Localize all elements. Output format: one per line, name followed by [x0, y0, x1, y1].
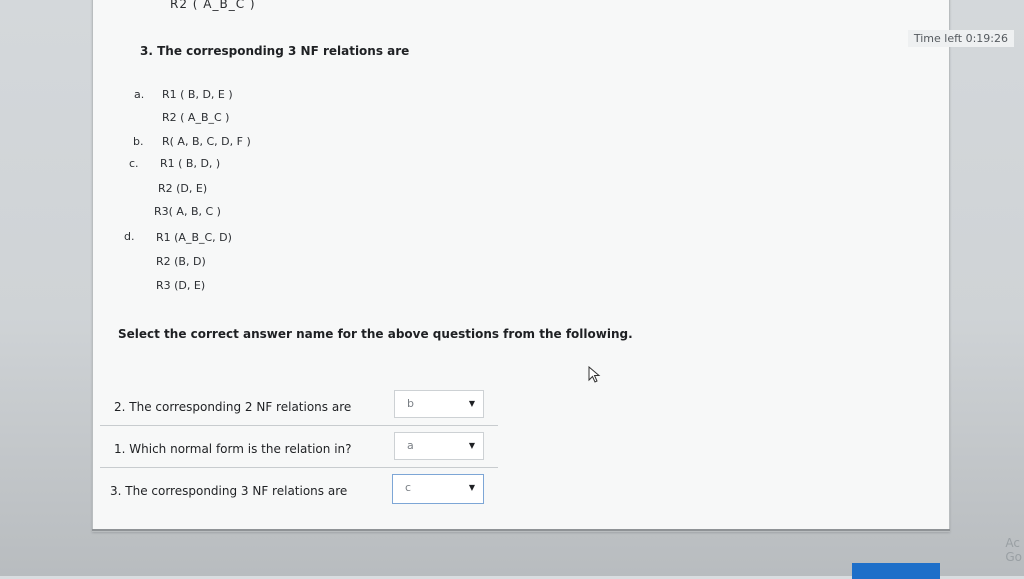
match-label-normal-form: 1. Which normal form is the relation in? — [114, 442, 352, 456]
option-c-line-2: R2 (D, E) — [158, 182, 208, 195]
match-row-normal-form: 1. Which normal form is the relation in?… — [100, 432, 498, 468]
select-value-3nf: c — [405, 481, 412, 494]
match-label-2nf: 2. The corresponding 2 NF relations are — [114, 400, 352, 414]
option-letter-a: a. — [134, 88, 145, 101]
row-divider — [100, 467, 498, 468]
option-c-line-1: R1 ( B, D, ) — [160, 157, 221, 170]
option-b-line-1: R( A, B, C, D, F ) — [162, 135, 251, 148]
option-c-line-3: R3( A, B, C ) — [154, 205, 221, 218]
match-label-3nf: 3. The corresponding 3 NF relations are — [110, 484, 348, 498]
option-d-line-3: R3 (D, E) — [156, 279, 206, 292]
answer-select-3nf[interactable]: c ▼ — [392, 474, 484, 504]
option-a-line-2: R2 ( A_B_C ) — [162, 111, 230, 124]
instruction-text: Select the correct answer name for the a… — [118, 327, 633, 341]
row-divider — [100, 425, 498, 426]
option-letter-d: d. — [124, 230, 135, 243]
match-row-3nf: 3. The corresponding 3 NF relations are … — [96, 474, 494, 510]
option-a-line-1: R1 ( B, D, E ) — [162, 88, 233, 101]
option-letter-c: c. — [129, 157, 139, 170]
answer-select-normal-form[interactable]: a ▼ — [394, 432, 484, 460]
select-value-normal-form: a — [407, 439, 414, 452]
option-d-line-1: R1 (A_B_C, D) — [156, 231, 232, 244]
time-left-indicator: Time left 0:19:26 — [907, 30, 1014, 47]
option-letter-b: b. — [133, 135, 144, 148]
question-title: 3. The corresponding 3 NF relations are — [140, 44, 410, 58]
panel-bottom-border — [92, 529, 950, 531]
watermark-line-2: Go — [1005, 550, 1022, 564]
previous-option-text: R2 ( A_B_C ) — [170, 0, 256, 11]
next-page-button[interactable] — [852, 563, 940, 579]
chevron-down-icon: ▼ — [468, 483, 475, 492]
watermark-line-1: Ac — [1005, 536, 1020, 550]
match-row-2nf: 2. The corresponding 2 NF relations are … — [100, 390, 498, 426]
answer-select-2nf[interactable]: b ▼ — [394, 390, 484, 418]
option-d-line-2: R2 (B, D) — [156, 255, 206, 268]
chevron-down-icon: ▼ — [468, 399, 475, 408]
select-value-2nf: b — [407, 397, 414, 410]
mouse-cursor-icon — [588, 366, 601, 383]
chevron-down-icon: ▼ — [468, 441, 475, 450]
activate-windows-watermark: Ac Go — [1005, 536, 1022, 564]
